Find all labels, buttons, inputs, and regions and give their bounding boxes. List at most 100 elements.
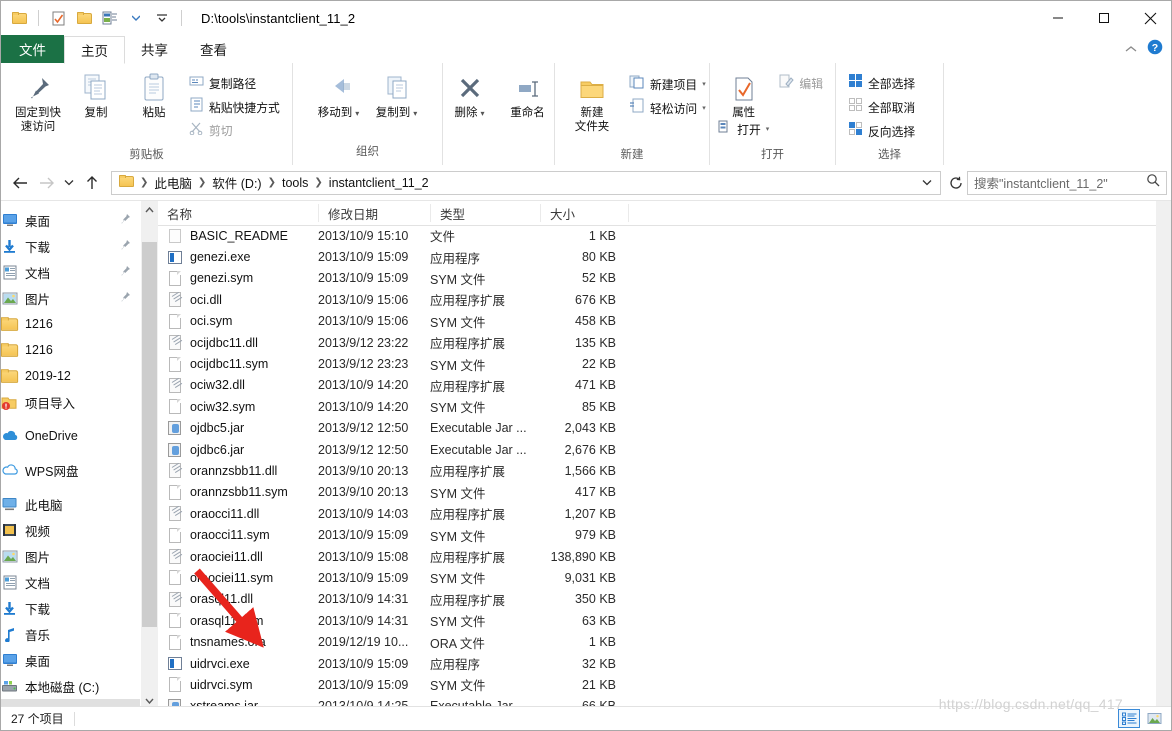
breadcrumb-item-drive-d[interactable]: 软件 (D:)	[208, 173, 265, 192]
table-row[interactable]: oci.sym 2013/10/9 15:06 SYM 文件 458 KB	[158, 311, 1156, 332]
nav-item-wps-cloud[interactable]: WPS网盘	[1, 457, 140, 483]
pin-icon[interactable]	[119, 291, 132, 304]
nav-item-folder-1216-b[interactable]: 1216	[1, 337, 140, 363]
minimize-button[interactable]	[1035, 1, 1081, 35]
column-header-empty[interactable]	[628, 204, 1156, 222]
up-arrow-icon[interactable]	[79, 170, 105, 196]
easy-access-button[interactable]: 轻松访问 ▾	[625, 96, 710, 120]
details-view-icon[interactable]	[1118, 709, 1140, 728]
nav-item-music[interactable]: 音乐	[1, 621, 140, 647]
breadcrumb-item-instantclient[interactable]: instantclient_11_2	[325, 176, 433, 190]
column-header-size[interactable]: 大小	[540, 204, 628, 222]
search-input[interactable]: 搜索"instantclient_11_2"	[967, 170, 1167, 195]
cell-name[interactable]: ocijdbc11.sym	[158, 356, 318, 372]
table-row[interactable]: BASIC_README 2013/10/9 15:10 文件 1 KB	[158, 225, 1156, 246]
pin-icon[interactable]	[119, 265, 132, 278]
cell-name[interactable]: ocijdbc11.dll	[158, 335, 318, 351]
scrollbar-thumb[interactable]	[142, 242, 157, 627]
nav-item-desktop-quick[interactable]: 桌面	[1, 207, 140, 233]
help-icon[interactable]: ?	[1147, 39, 1163, 60]
cell-name[interactable]: BASIC_README	[158, 228, 318, 244]
cell-name[interactable]: ociw32.dll	[158, 377, 318, 393]
pin-icon[interactable]	[119, 213, 132, 226]
close-button[interactable]	[1127, 1, 1171, 35]
breadcrumb-chevron-3[interactable]: ❯	[312, 177, 324, 188]
file-list-view[interactable]: 名称 修改日期 类型 大小 BASIC_README 2013/10/9 15:1…	[158, 201, 1171, 709]
breadcrumb-chevron-2[interactable]: ❯	[266, 177, 278, 188]
nav-item-onedrive[interactable]: OneDrive	[1, 423, 140, 449]
table-row[interactable]: ojdbc5.jar 2013/9/12 12:50 Executable Jar …	[158, 418, 1156, 439]
cell-name[interactable]: tnsnames.ora	[158, 634, 318, 650]
nav-item-pictures-quick[interactable]: 图片	[1, 285, 140, 311]
nav-item-desktop[interactable]: 桌面	[1, 647, 140, 673]
cell-name[interactable]: oraociei11.sym	[158, 570, 318, 586]
nav-item-this-pc[interactable]: 此电脑	[1, 491, 140, 517]
paste-shortcut-button[interactable]: 粘贴快捷方式	[185, 95, 284, 119]
table-row[interactable]: oraocci11.dll 2013/10/9 14:03 应用程序扩展 1,207 …	[158, 503, 1156, 524]
column-header-date[interactable]: 修改日期	[318, 204, 430, 222]
qat-dropdown-icon[interactable]	[152, 8, 172, 28]
nav-item-videos[interactable]: 视频	[1, 517, 140, 543]
refresh-icon[interactable]	[945, 171, 967, 195]
paste-button[interactable]: 粘贴	[125, 67, 183, 120]
delete-button[interactable]: 删除 ▾	[441, 67, 499, 121]
cell-name[interactable]: ojdbc6.jar	[158, 442, 318, 458]
table-row[interactable]: uidrvci.sym 2013/10/9 15:09 SYM 文件 21 KB	[158, 674, 1156, 695]
breadcrumb-item-this-pc[interactable]: 此电脑	[150, 173, 196, 192]
nav-item-folder-1216-a[interactable]: 1216	[1, 311, 140, 337]
tab-home[interactable]: 主页	[64, 36, 125, 64]
edit-button[interactable]: 编辑	[775, 72, 827, 95]
select-none-button[interactable]: 全部取消	[844, 95, 919, 119]
cell-name[interactable]: uidrvci.exe	[158, 656, 318, 672]
table-row[interactable]: genezi.sym 2013/10/9 15:09 SYM 文件 52 KB	[158, 268, 1156, 289]
cell-name[interactable]: ociw32.sym	[158, 399, 318, 415]
new-folder-button[interactable]: 新建 文件夹	[563, 67, 621, 134]
cell-name[interactable]: orannzsbb11.dll	[158, 463, 318, 479]
cell-name[interactable]: oraocci11.sym	[158, 527, 318, 543]
tab-view[interactable]: 查看	[184, 35, 243, 63]
nav-item-downloads-quick[interactable]: 下载	[1, 233, 140, 259]
copy-button[interactable]: 复制	[67, 67, 125, 120]
cell-name[interactable]: orannzsbb11.sym	[158, 484, 318, 500]
cell-name[interactable]: oci.sym	[158, 313, 318, 329]
copy-to-button[interactable]: 复制到 ▾	[368, 67, 426, 121]
file-list-scrollbar[interactable]	[1156, 201, 1171, 709]
nav-item-downloads[interactable]: 下载	[1, 595, 140, 621]
table-row[interactable]: oraocci11.sym 2013/10/9 15:09 SYM 文件 979 KB	[158, 524, 1156, 545]
column-header-type[interactable]: 类型	[430, 204, 540, 222]
cell-name[interactable]: oci.dll	[158, 292, 318, 308]
table-row[interactable]: orannzsbb11.dll 2013/9/10 20:13 应用程序扩展 1,56…	[158, 460, 1156, 481]
tab-file[interactable]: 文件	[1, 35, 64, 63]
table-row[interactable]: orasql11.sym 2013/10/9 14:31 SYM 文件 63 KB	[158, 610, 1156, 631]
properties-button[interactable]: 属性 打开 ▾	[718, 67, 773, 138]
table-row[interactable]: tnsnames.ora 2019/12/19 10... ORA 文件 1 KB	[158, 631, 1156, 652]
large-icons-view-icon[interactable]	[1143, 709, 1165, 728]
column-header-name[interactable]: 名称	[158, 204, 318, 222]
table-row[interactable]: ociw32.sym 2013/10/9 14:20 SYM 文件 85 KB	[158, 396, 1156, 417]
open-button[interactable]: 打开 ▾	[718, 120, 769, 138]
table-row[interactable]: oraociei11.dll 2013/10/9 15:08 应用程序扩展 138,8…	[158, 546, 1156, 567]
invert-selection-button[interactable]: 反向选择	[844, 119, 919, 143]
breadcrumb-chevron-1[interactable]: ❯	[196, 177, 208, 188]
table-row[interactable]: oci.dll 2013/10/9 15:06 应用程序扩展 676 KB	[158, 289, 1156, 310]
nav-item-documents[interactable]: 文档	[1, 569, 140, 595]
tab-share[interactable]: 共享	[125, 35, 184, 63]
collapse-ribbon-icon[interactable]	[1125, 40, 1137, 58]
pin-icon[interactable]	[119, 239, 132, 252]
cell-name[interactable]: genezi.exe	[158, 249, 318, 265]
file-rows[interactable]: BASIC_README 2013/10/9 15:10 文件 1 KB genezi.…	[158, 225, 1156, 709]
breadcrumb[interactable]: ❯ 此电脑 ❯ 软件 (D:) ❯ tools ❯ instantclient_…	[111, 170, 941, 195]
new-folder-icon[interactable]	[74, 8, 94, 28]
move-to-button[interactable]: 移动到 ▾	[310, 67, 368, 121]
navigation-pane-scrollbar[interactable]	[140, 201, 158, 709]
navigation-pane[interactable]: 桌面 下载 文档 图片 1216 1216 2019-12 项目导入 OneDr…	[1, 201, 140, 709]
table-row[interactable]: uidrvci.exe 2013/10/9 15:09 应用程序 32 KB	[158, 653, 1156, 674]
scroll-up-arrow-icon[interactable]	[141, 201, 158, 218]
nav-item-local-disk-c[interactable]: 本地磁盘 (C:)	[1, 673, 140, 699]
nav-item-project-import[interactable]: 项目导入	[1, 389, 140, 415]
search-icon[interactable]	[1146, 173, 1160, 192]
nav-item-pictures[interactable]: 图片	[1, 543, 140, 569]
select-all-button[interactable]: 全部选择	[844, 71, 919, 95]
table-row[interactable]: ocijdbc11.sym 2013/9/12 23:23 SYM 文件 22 KB	[158, 353, 1156, 374]
recent-locations-icon[interactable]	[59, 170, 79, 196]
